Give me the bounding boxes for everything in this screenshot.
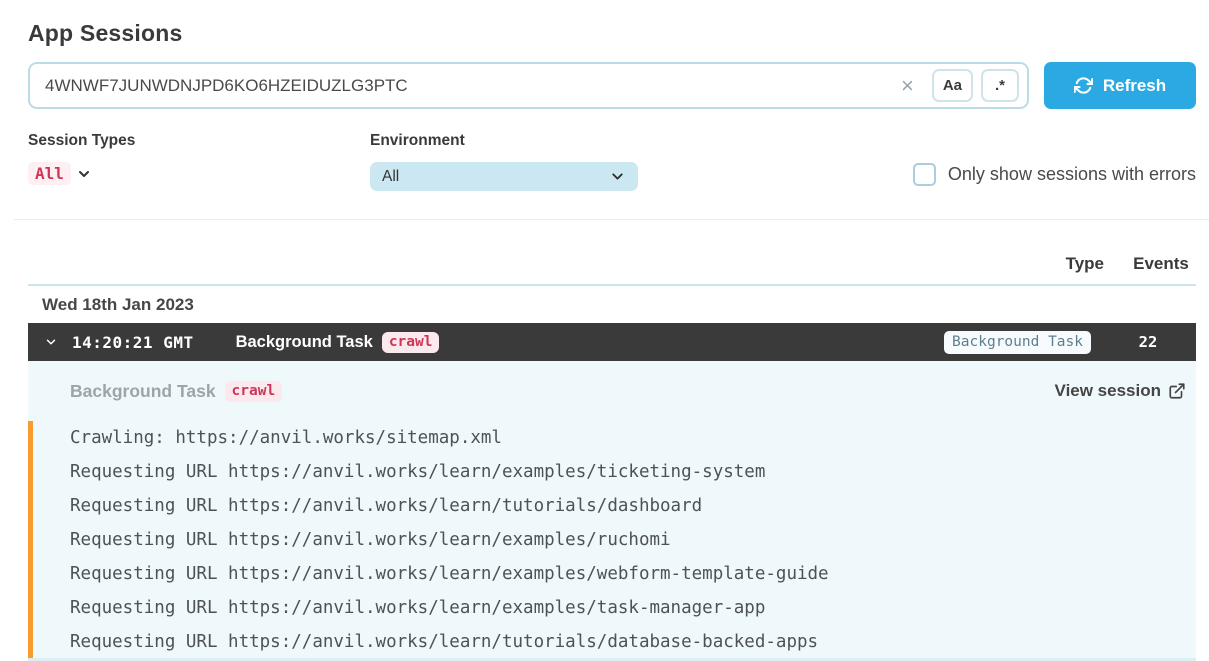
refresh-button[interactable]: Refresh [1044,62,1196,109]
log-line: Requesting URL https://anvil.works/learn… [70,625,1196,659]
session-detail-tag-badge: crawl [225,381,283,402]
table-header: Type Events [28,220,1196,286]
app-sessions-page: App Sessions × Aa .* Refresh Session Typ… [0,0,1209,661]
environment-selected-value: All [382,168,609,186]
errors-only-label: Only show sessions with errors [948,164,1196,185]
log-line: Requesting URL https://anvil.works/learn… [70,591,1196,625]
collapse-chevron-icon[interactable] [44,335,58,349]
session-types-filter: Session Types All [28,132,370,185]
session-types-label: Session Types [28,132,370,150]
session-time: 14:20:21 GMT [72,333,194,352]
search-box: × Aa .* [28,62,1029,109]
environment-label: Environment [370,132,638,150]
view-session-link[interactable]: View session [1055,381,1186,401]
errors-only-checkbox[interactable] [913,163,936,186]
environment-filter: Environment All [370,132,638,191]
clear-search-icon[interactable]: × [891,75,924,97]
refresh-button-label: Refresh [1103,76,1166,96]
chevron-down-icon[interactable] [76,166,92,182]
events-column-header: Events [1133,254,1189,274]
environment-select[interactable]: All [370,162,638,191]
session-title: Background Task [236,333,373,352]
log-line: Requesting URL https://anvil.works/learn… [70,557,1196,591]
session-type-badge: Background Task [944,331,1091,354]
external-link-icon [1168,382,1186,400]
type-column-header: Type [1066,254,1104,274]
session-detail-panel: Background Task crawl View session Crawl… [28,361,1196,661]
session-events-count: 22 [1139,333,1158,351]
log-line: Crawling: https://anvil.works/sitemap.xm… [70,421,1196,455]
refresh-icon [1074,76,1093,95]
session-types-value[interactable]: All [28,162,71,185]
regex-button[interactable]: .* [981,69,1019,102]
case-sensitive-button[interactable]: Aa [932,69,973,102]
session-detail-title: Background Task [70,381,216,402]
view-session-label: View session [1055,381,1161,401]
log-line: Requesting URL https://anvil.works/learn… [70,523,1196,557]
filters-row: Session Types All Environment All [28,132,1196,191]
page-title: App Sessions [28,0,1196,47]
session-tag-badge: crawl [382,332,440,353]
session-log-output: Crawling: https://anvil.works/sitemap.xm… [28,421,1196,659]
search-row: × Aa .* Refresh [28,62,1196,109]
session-row[interactable]: 14:20:21 GMT Background Task crawl Backg… [28,323,1196,361]
log-line: Requesting URL https://anvil.works/learn… [70,489,1196,523]
date-group-header: Wed 18th Jan 2023 [28,286,1196,323]
log-line: Requesting URL https://anvil.works/learn… [70,455,1196,489]
chevron-down-icon [609,168,626,185]
search-input[interactable] [45,76,891,96]
errors-filter: Only show sessions with errors [913,163,1196,186]
